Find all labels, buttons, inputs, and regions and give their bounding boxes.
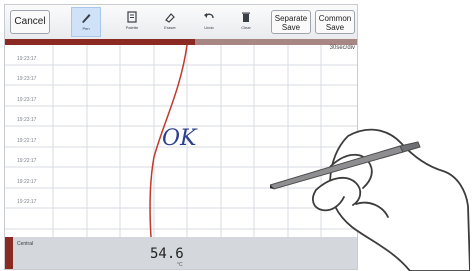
separate-save-label-line2: Save — [281, 23, 301, 32]
channel-value: 54.6 — [150, 246, 184, 262]
clear-tool-button[interactable]: Clear — [231, 7, 261, 37]
pen-tool-button[interactable]: Pen — [71, 7, 101, 37]
time-label: 19:22:17 — [17, 199, 37, 205]
cancel-button[interactable]: Cancel — [10, 10, 50, 34]
common-save-label-line2: Save — [325, 23, 345, 32]
separate-save-label-line1: Separate — [274, 14, 308, 23]
eraser-tool-button[interactable]: Eraser — [155, 7, 185, 37]
undo-tool-label: Undo — [204, 25, 214, 30]
channel-label: Central — [17, 241, 34, 247]
separate-save-button[interactable]: Separate Save — [271, 10, 311, 34]
trash-icon — [242, 12, 250, 22]
hand-holding-stylus-icon — [270, 128, 470, 271]
clear-tool-label: Clear — [241, 25, 251, 30]
palette-tool-label: Palette — [125, 25, 139, 30]
time-scale-label: 30sec/div — [329, 45, 355, 51]
channel-unit: °C — [177, 262, 183, 268]
channel-color-tab — [5, 237, 13, 269]
time-label: 19:22:17 — [17, 138, 37, 144]
pen-tool-label: Pen — [82, 26, 90, 31]
common-save-button[interactable]: Common Save — [315, 10, 355, 34]
time-label: 19:23:17 — [17, 76, 37, 82]
eraser-icon — [165, 13, 175, 23]
undo-icon — [204, 13, 214, 19]
time-label: 19:22:17 — [17, 158, 37, 164]
time-label: 19:23:17 — [17, 117, 37, 123]
eraser-tool-label: Eraser — [164, 25, 176, 30]
time-label: 19:22:17 — [17, 179, 37, 185]
undo-tool-button[interactable]: Undo — [194, 7, 224, 37]
time-label: 19:23:17 — [17, 56, 37, 62]
palette-tool-button[interactable]: Palette — [117, 7, 147, 37]
common-save-label-line1: Common — [318, 14, 352, 23]
time-label: 19:23:17 — [17, 97, 37, 103]
pen-icon — [82, 14, 91, 23]
handwritten-annotation: OK — [162, 126, 198, 151]
toolbar: Cancel Pen Palette Eraser Undo Clear Sep… — [5, 5, 357, 40]
palette-icon — [127, 11, 137, 23]
